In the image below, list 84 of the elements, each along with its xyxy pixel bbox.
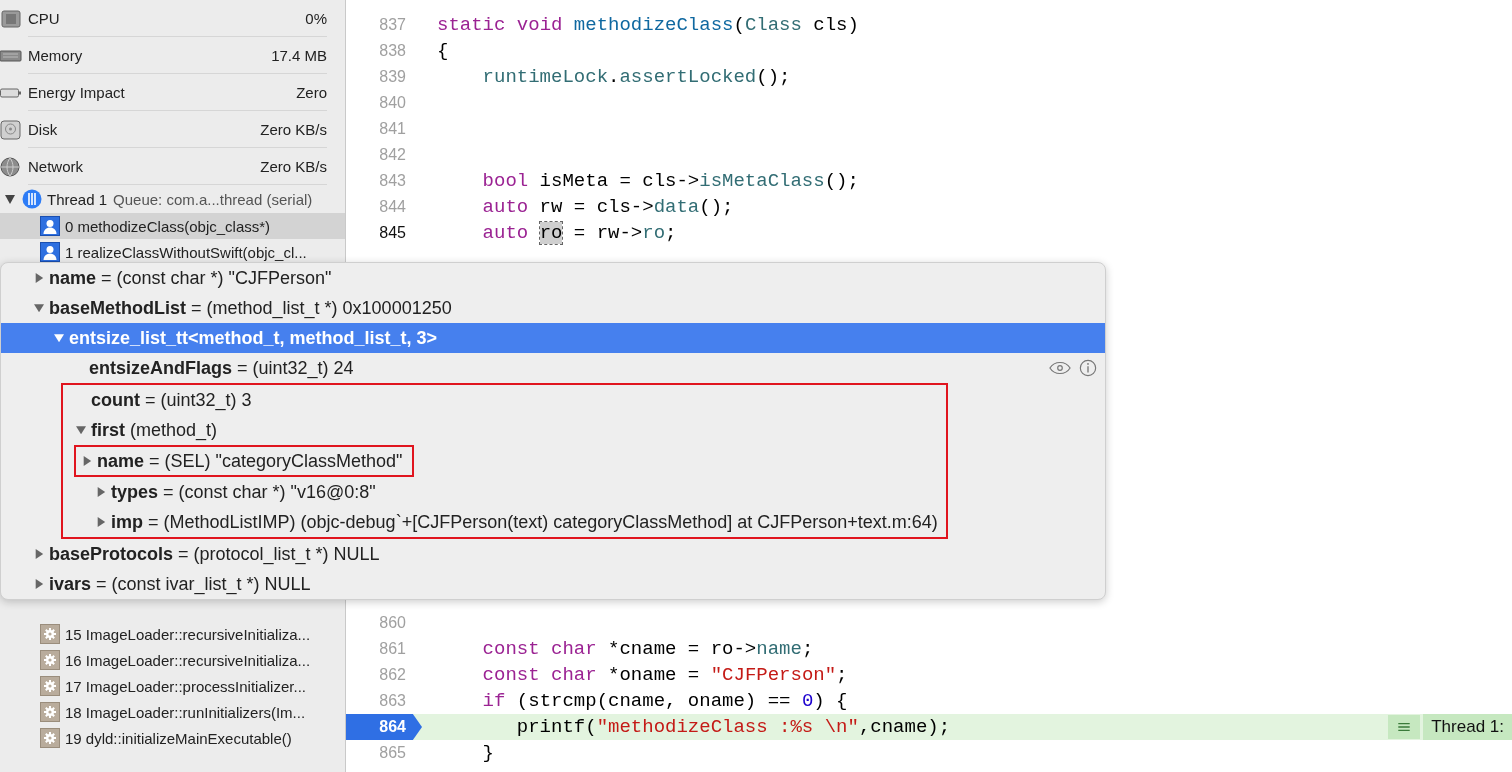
gauge-label: Disk bbox=[28, 120, 58, 138]
code-line: auto rw = cls->data(); bbox=[481, 196, 734, 218]
line-number: 845 bbox=[378, 223, 407, 243]
code-line: const char *cname = ro->name; bbox=[481, 638, 814, 660]
disclosure-triangle-icon[interactable] bbox=[34, 549, 44, 559]
stack-frame[interactable]: 18 ImageLoader::runInitializers(Im... bbox=[0, 699, 345, 725]
code-line: } bbox=[481, 742, 494, 764]
line-number: 862 bbox=[378, 665, 407, 685]
disclosure-triangle-icon[interactable] bbox=[34, 273, 44, 283]
list-icon[interactable] bbox=[1388, 715, 1421, 739]
stack-frame[interactable]: 16 ImageLoader::recursiveInitializa... bbox=[0, 647, 345, 673]
disclosure-triangle-icon[interactable] bbox=[96, 487, 106, 497]
variable-row[interactable]: baseProtocols = (protocol_list_t *) NULL bbox=[1, 539, 1105, 569]
gauge-row[interactable]: Network Zero KB/s bbox=[0, 148, 345, 185]
code-line: { bbox=[437, 40, 449, 62]
gauge-label: Energy Impact bbox=[28, 83, 125, 101]
eye-icon[interactable] bbox=[1049, 359, 1071, 377]
thread-icon bbox=[22, 189, 42, 209]
stack-frame[interactable]: 15 ImageLoader::recursiveInitializa... bbox=[0, 621, 345, 647]
gear-icon bbox=[40, 728, 60, 748]
gauge-value: 0% bbox=[305, 9, 327, 27]
variable-row[interactable]: count = (uint32_t) 3 bbox=[63, 385, 938, 415]
variable-row[interactable]: first (method_t) bbox=[63, 415, 938, 445]
chip-icon bbox=[0, 8, 22, 29]
gauge-row[interactable]: Energy Impact Zero bbox=[0, 74, 345, 111]
variable-row[interactable]: entsize_list_tt<method_t, method_list_t, 3> bbox=[1, 323, 1105, 353]
disclosure-triangle-icon[interactable] bbox=[82, 456, 92, 466]
line-number: 841 bbox=[378, 119, 407, 139]
gauge-label: Network bbox=[28, 157, 83, 175]
person-icon bbox=[40, 216, 60, 236]
disclosure-triangle-icon[interactable] bbox=[4, 193, 16, 205]
gauge-label: CPU bbox=[28, 9, 60, 27]
gauge-row[interactable]: Disk Zero KB/s bbox=[0, 111, 345, 148]
gear-icon bbox=[40, 676, 60, 696]
thread-name: Thread 1 bbox=[47, 190, 108, 208]
gear-icon bbox=[40, 650, 60, 670]
gauge-value: Zero bbox=[296, 83, 327, 101]
line-number: 860 bbox=[378, 613, 407, 633]
code-line: static void methodizeClass(Class cls) bbox=[437, 14, 859, 36]
code-line: bool isMeta = cls->isMetaClass(); bbox=[481, 170, 859, 192]
code-line: auto ro = rw->ro; bbox=[481, 222, 677, 244]
code-line: runtimeLock.assertLocked(); bbox=[481, 66, 791, 88]
line-number: 840 bbox=[378, 93, 407, 113]
disclosure-triangle-icon[interactable] bbox=[96, 517, 106, 527]
gauge-row[interactable]: CPU 0% bbox=[0, 0, 345, 37]
info-icon[interactable] bbox=[1077, 359, 1099, 377]
person-icon bbox=[40, 242, 60, 262]
line-number: 837 bbox=[378, 15, 407, 35]
variable-row[interactable]: imp = (MethodListIMP) (objc-debug`+[CJFPerson(text) categoryClassMethod] at CJFPerson+text.m:64) bbox=[63, 507, 938, 537]
line-number: 838 bbox=[378, 41, 407, 61]
line-number: 863 bbox=[378, 691, 407, 711]
gauge-row[interactable]: Memory 17.4 MB bbox=[0, 37, 345, 74]
disclosure-triangle-icon[interactable] bbox=[34, 579, 44, 589]
variable-row[interactable]: baseMethodList = (method_list_t *) 0x100001250 bbox=[1, 293, 1105, 323]
gauge-label: Memory bbox=[28, 46, 83, 64]
variable-row[interactable]: name = (SEL) "categoryClassMethod" bbox=[74, 445, 415, 477]
disclosure-triangle-icon[interactable] bbox=[34, 303, 44, 313]
stack-frame[interactable]: 1 realizeClassWithoutSwift(objc_cl... bbox=[0, 239, 345, 265]
code-line: printf("methodizeClass :%s \n",cname); bbox=[515, 716, 951, 738]
line-number: 839 bbox=[378, 67, 407, 87]
line-number: 844 bbox=[378, 197, 407, 217]
line-number: 843 bbox=[378, 171, 407, 191]
gauge-value: Zero KB/s bbox=[260, 157, 327, 175]
stack-frame[interactable]: 17 ImageLoader::processInitializer... bbox=[0, 673, 345, 699]
thread-queue: Queue: com.a...thread (serial) bbox=[113, 190, 313, 208]
gear-icon bbox=[40, 624, 60, 644]
stack-frame[interactable]: 0 methodizeClass(objc_class*) bbox=[0, 213, 345, 239]
thread-label: Thread 1: bbox=[1423, 714, 1512, 740]
variable-row[interactable]: types = (const char *) "v16@0:8" bbox=[63, 477, 938, 507]
line-number: 865 bbox=[378, 743, 407, 763]
gauge-value: 17.4 MB bbox=[271, 46, 327, 64]
stack-frame[interactable]: 19 dyld::initializeMainExecutable() bbox=[0, 725, 345, 751]
variable-row[interactable]: ivars = (const ivar_list_t *) NULL bbox=[1, 569, 1105, 599]
line-number: 864 bbox=[346, 714, 422, 740]
variable-row[interactable]: entsizeAndFlags = (uint32_t) 24 bbox=[1, 353, 1105, 383]
line-number: 861 bbox=[378, 639, 407, 659]
line-number: 842 bbox=[378, 145, 407, 165]
gear-icon bbox=[40, 702, 60, 722]
variable-row[interactable]: name = (const char *) "CJFPerson" bbox=[1, 263, 1105, 293]
code-line: const char *oname = "CJFPerson"; bbox=[481, 664, 848, 686]
disclosure-triangle-icon[interactable] bbox=[54, 333, 64, 343]
code-line: if (strcmp(cname, oname) == 0) { bbox=[481, 690, 848, 712]
gauge-value: Zero KB/s bbox=[260, 120, 327, 138]
disclosure-triangle-icon[interactable] bbox=[76, 425, 86, 435]
